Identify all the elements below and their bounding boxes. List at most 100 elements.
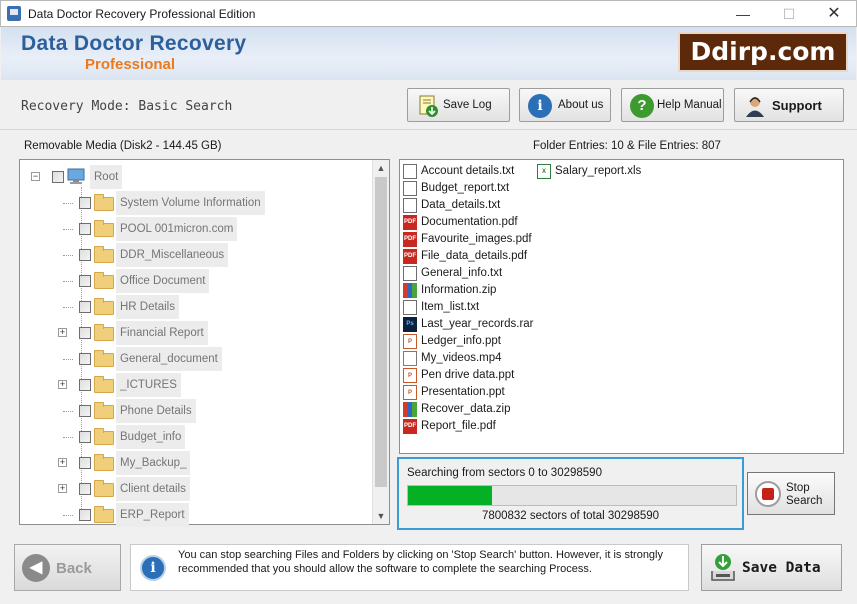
zip-file-icon xyxy=(403,283,417,298)
about-us-button[interactable]: i About us xyxy=(519,88,611,122)
tree-checkbox[interactable] xyxy=(79,301,91,313)
tree-checkbox[interactable] xyxy=(79,223,91,235)
file-name: File_data_details.pdf xyxy=(421,250,528,262)
progress-fill xyxy=(408,486,493,505)
file-name: Pen drive data.ppt xyxy=(421,369,515,381)
zip-file-icon xyxy=(403,402,417,417)
folder-icon xyxy=(94,220,114,237)
entries-info: Folder Entries: 10 & File Entries: 807 xyxy=(533,140,721,152)
stop-icon xyxy=(755,481,781,507)
tree-folder-row[interactable]: System Volume Information xyxy=(20,191,370,215)
computer-icon xyxy=(67,168,85,184)
tree-checkbox[interactable] xyxy=(79,275,91,287)
tree-branch-line xyxy=(63,281,73,282)
tree-folder-label: General_document xyxy=(116,347,222,371)
support-agent-icon xyxy=(746,97,764,117)
scroll-thumb[interactable] xyxy=(375,177,387,487)
tree-checkbox[interactable] xyxy=(79,457,91,469)
tree-checkbox[interactable] xyxy=(79,249,91,261)
tree-folder-label: My_Backup_ xyxy=(116,451,191,475)
scroll-up-arrow[interactable]: ▲ xyxy=(373,160,389,176)
file-name: Account details.txt xyxy=(421,165,515,177)
expand-toggle[interactable]: + xyxy=(58,458,67,467)
folder-icon xyxy=(94,402,114,419)
tree-checkbox[interactable] xyxy=(79,353,91,365)
file-name: Documentation.pdf xyxy=(421,216,518,228)
help-manual-button[interactable]: ? Help Manual xyxy=(621,88,724,122)
app-icon xyxy=(7,6,21,21)
tree-checkbox[interactable] xyxy=(52,171,64,183)
file-name: Budget_report.txt xyxy=(421,182,510,194)
tree-scrollbar[interactable]: ▲ ▼ xyxy=(372,160,389,524)
tree-folder-label: Phone Details xyxy=(116,399,196,423)
help-manual-label: Help Manual xyxy=(657,99,722,111)
expand-toggle[interactable]: + xyxy=(58,328,67,337)
tree-folder-label: Office Document xyxy=(116,269,210,293)
save-log-label: Save Log xyxy=(443,99,492,111)
file-name: Item_list.txt xyxy=(421,301,480,313)
tree-folder-row[interactable]: + _ICTURES xyxy=(20,373,370,397)
file-list[interactable]: Account details.txt Budget_report.txt Data… xyxy=(399,159,844,454)
back-label: Back xyxy=(56,560,92,577)
tree-folder-row[interactable]: + My_Backup_ xyxy=(20,451,370,475)
pdf-file-icon: PDF xyxy=(403,249,417,264)
expand-toggle[interactable]: + xyxy=(58,380,67,389)
tree-folder-row[interactable]: Phone Details xyxy=(20,399,370,423)
save-data-icon xyxy=(711,554,735,581)
folder-icon xyxy=(94,194,114,211)
tree-folder-row[interactable]: + Client details xyxy=(20,477,370,501)
brand-title: Data Doctor Recovery xyxy=(21,32,247,55)
tree-checkbox[interactable] xyxy=(79,431,91,443)
tree-folder-label: _ICTURES xyxy=(116,373,181,397)
tree-branch-line xyxy=(63,203,73,204)
file-name: Information.zip xyxy=(421,284,497,296)
ps-file-icon: Ps xyxy=(403,317,417,332)
stop-search-button[interactable]: Stop Search xyxy=(747,472,835,515)
tree-folder-row[interactable]: General_document xyxy=(20,347,370,371)
tree-folder-row[interactable]: DDR_Miscellaneous xyxy=(20,243,370,267)
search-progress-panel: Searching from sectors 0 to 30298590 780… xyxy=(397,457,744,530)
tree-folder-row[interactable]: HR Details xyxy=(20,295,370,319)
maximize-button[interactable]: ☐ xyxy=(766,1,812,27)
sector-count-text: 7800832 sectors of total 30298590 xyxy=(481,510,660,522)
tree-folder-row[interactable]: ERP_Report xyxy=(20,503,370,527)
info-icon: i xyxy=(528,94,552,118)
folder-icon xyxy=(94,428,114,445)
folder-tree[interactable]: − Root System Volume Information POOL 001… xyxy=(19,159,390,527)
help-icon: ? xyxy=(630,94,654,118)
tree-checkbox[interactable] xyxy=(79,379,91,391)
minimize-button[interactable]: — xyxy=(720,1,766,27)
support-button[interactable]: Support xyxy=(734,88,844,122)
tree-folder-label: System Volume Information xyxy=(116,191,265,215)
tree-checkbox[interactable] xyxy=(79,405,91,417)
tree-folder-row[interactable]: POOL 001micron.com xyxy=(20,217,370,241)
edition-label: Professional xyxy=(85,56,176,73)
tree-branch-line xyxy=(63,515,73,516)
tree-folder-row[interactable]: Office Document xyxy=(20,269,370,293)
file-name: Recover_data.zip xyxy=(421,403,511,415)
tree-folder-row[interactable]: Budget_info xyxy=(20,425,370,449)
ddirp-logo: Ddirp.com xyxy=(678,32,848,72)
xls-file-icon: X xyxy=(537,164,551,179)
tree-folder-label: ERP_Report xyxy=(116,503,189,527)
tree-folder-row[interactable]: + Financial Report xyxy=(20,321,370,345)
save-log-button[interactable]: Save Log xyxy=(407,88,510,122)
save-log-icon xyxy=(419,95,438,117)
tree-folder-label: DDR_Miscellaneous xyxy=(116,243,229,267)
tree-checkbox[interactable] xyxy=(79,483,91,495)
tree-folder-label: Financial Report xyxy=(116,321,208,345)
back-button[interactable]: ◀ Back xyxy=(14,544,121,591)
collapse-toggle[interactable]: − xyxy=(31,172,40,181)
folder-icon xyxy=(94,376,114,393)
tree-folder-label: Client details xyxy=(116,477,190,501)
scroll-down-arrow[interactable]: ▼ xyxy=(373,508,389,524)
close-button[interactable]: ✕ xyxy=(811,1,857,27)
expand-toggle[interactable]: + xyxy=(58,484,67,493)
save-data-button[interactable]: Save Data xyxy=(701,544,842,591)
folder-icon xyxy=(94,454,114,471)
tree-checkbox[interactable] xyxy=(79,327,91,339)
file-name: General_info.txt xyxy=(421,267,503,279)
tree-root[interactable]: − Root xyxy=(20,165,370,189)
tree-checkbox[interactable] xyxy=(79,509,91,521)
tree-checkbox[interactable] xyxy=(79,197,91,209)
